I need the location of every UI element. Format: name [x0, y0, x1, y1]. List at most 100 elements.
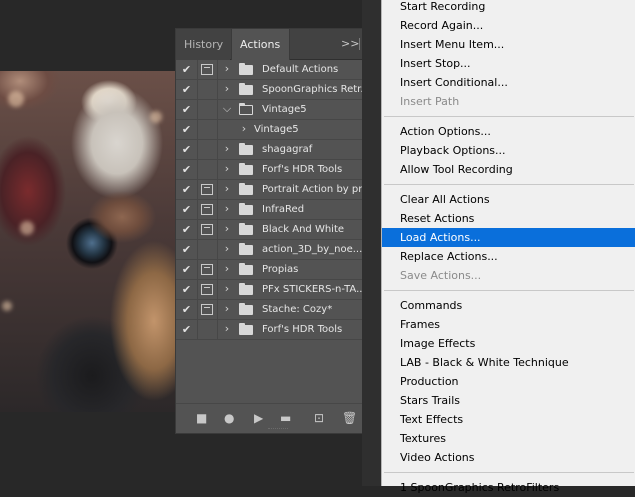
menu-item-insert-stop[interactable]: Insert Stop...	[382, 54, 635, 73]
folder-icon	[239, 163, 253, 175]
column-divider	[197, 300, 198, 320]
chevron-right-icon[interactable]: ›	[222, 202, 232, 216]
toggle-dialog-icon[interactable]	[201, 244, 213, 255]
menu-item-playback-options[interactable]: Playback Options...	[382, 141, 635, 160]
chevron-right-icon[interactable]: ›	[222, 82, 232, 96]
toggle-item-check-icon[interactable]: ✔	[180, 183, 193, 196]
toggle-item-check-icon[interactable]: ✔	[180, 223, 193, 236]
toggle-dialog-icon[interactable]	[201, 224, 213, 235]
menu-separator	[384, 472, 634, 473]
menu-item-replace-actions[interactable]: Replace Actions...	[382, 247, 635, 266]
chevron-right-icon[interactable]: ›	[222, 142, 232, 156]
chevron-right-icon[interactable]: ›	[222, 182, 232, 196]
toggle-item-check-icon[interactable]: ✔	[180, 203, 193, 216]
action-set-row[interactable]: ✔ › PFx STICKERS-n-TA...	[176, 280, 380, 300]
menu-item-record-again[interactable]: Record Again...	[382, 16, 635, 35]
action-set-row[interactable]: ✔ › Black And White	[176, 220, 380, 240]
menu-item-start-recording[interactable]: Start Recording	[382, 0, 635, 16]
action-set-row[interactable]: ✔ › shagagraf	[176, 140, 380, 160]
column-divider	[197, 320, 198, 340]
double-chevron-right-icon[interactable]: >>	[341, 38, 359, 50]
menu-item-text-effects[interactable]: Text Effects	[382, 410, 635, 429]
stop-icon[interactable]: ■	[196, 412, 207, 424]
toggle-dialog-icon[interactable]	[201, 104, 213, 115]
action-set-row[interactable]: ✔ › Portrait Action by pr...	[176, 180, 380, 200]
play-icon[interactable]: ▶	[254, 412, 263, 424]
menu-item-reset-actions[interactable]: Reset Actions	[382, 209, 635, 228]
menu-item-production[interactable]: Production	[382, 372, 635, 391]
tab-history[interactable]: History	[176, 29, 230, 60]
action-set-row[interactable]: ✔ ⌵ Vintage5	[176, 100, 380, 120]
menu-item-load-actions[interactable]: Load Actions...	[382, 228, 635, 247]
menu-item-insert-conditional[interactable]: Insert Conditional...	[382, 73, 635, 92]
resize-grip[interactable]	[268, 428, 288, 431]
menu-item-stars-trails[interactable]: Stars Trails	[382, 391, 635, 410]
folder-icon	[239, 143, 253, 155]
chevron-right-icon[interactable]: ›	[222, 322, 232, 336]
toggle-item-check-icon[interactable]: ✔	[180, 123, 193, 136]
toggle-item-check-icon[interactable]: ✔	[180, 243, 193, 256]
chevron-right-icon[interactable]: ›	[222, 262, 232, 276]
chevron-right-icon[interactable]: ›	[222, 242, 232, 256]
action-set-row[interactable]: ✔ › SpoonGraphics Retr...	[176, 80, 380, 100]
toggle-dialog-icon[interactable]	[201, 184, 213, 195]
column-divider	[217, 260, 218, 280]
new-set-folder-icon[interactable]: ▬	[280, 412, 291, 424]
menu-item-frames[interactable]: Frames	[382, 315, 635, 334]
toggle-item-check-icon[interactable]: ✔	[180, 83, 193, 96]
column-divider	[197, 140, 198, 160]
toggle-dialog-icon[interactable]	[201, 324, 213, 335]
action-set-row[interactable]: ✔ › Forf's HDR Tools	[176, 320, 380, 340]
tab-actions[interactable]: Actions	[231, 29, 290, 60]
folder-icon	[239, 83, 253, 95]
chevron-right-icon[interactable]: ›	[222, 222, 232, 236]
menu-item-insert-path: Insert Path	[400, 95, 460, 108]
action-set-row[interactable]: ✔ › Propias	[176, 260, 380, 280]
toggle-dialog-icon[interactable]	[201, 284, 213, 295]
trash-icon[interactable]: 🗑	[342, 412, 357, 424]
menu-item-image-effects[interactable]: Image Effects	[382, 334, 635, 353]
menu-item-save-actions: Save Actions...	[400, 269, 482, 282]
toggle-item-check-icon[interactable]: ✔	[180, 283, 193, 296]
toggle-dialog-icon[interactable]	[201, 124, 213, 135]
toggle-dialog-icon[interactable]	[201, 304, 213, 315]
menu-item-textures[interactable]: Textures	[382, 429, 635, 448]
toggle-item-check-icon[interactable]: ✔	[180, 143, 193, 156]
toggle-dialog-icon[interactable]	[201, 264, 213, 275]
toggle-item-check-icon[interactable]: ✔	[180, 263, 193, 276]
toggle-item-check-icon[interactable]: ✔	[180, 63, 193, 76]
action-row-label: Portrait Action by pr...	[262, 184, 371, 195]
toggle-item-check-icon[interactable]: ✔	[180, 323, 193, 336]
chevron-right-icon[interactable]: ›	[222, 62, 232, 76]
toggle-dialog-icon[interactable]	[201, 144, 213, 155]
toggle-item-check-icon[interactable]: ✔	[180, 303, 193, 316]
menu-item-action-options[interactable]: Action Options...	[382, 122, 635, 141]
menu-item-clear-all-actions[interactable]: Clear All Actions	[382, 190, 635, 209]
action-set-row[interactable]: ✔ › Forf's HDR Tools	[176, 160, 380, 180]
menu-item-allow-tool-recording[interactable]: Allow Tool Recording	[382, 160, 635, 179]
action-set-row[interactable]: ✔ › Stache: Cozy*	[176, 300, 380, 320]
chevron-right-icon[interactable]: ›	[222, 302, 232, 316]
action-set-row[interactable]: ✔ › Default Actions	[176, 60, 380, 80]
toggle-dialog-icon[interactable]	[201, 84, 213, 95]
toggle-dialog-icon[interactable]	[201, 164, 213, 175]
menu-separator	[384, 184, 634, 185]
chevron-right-icon[interactable]: ›	[222, 162, 232, 176]
record-icon[interactable]: ●	[224, 412, 234, 424]
toggle-item-check-icon[interactable]: ✔	[180, 163, 193, 176]
action-set-row[interactable]: ✔ › action_3D_by_noe...	[176, 240, 380, 260]
action-row[interactable]: ✔ › Vintage5	[176, 120, 380, 140]
toggle-dialog-icon[interactable]	[201, 64, 213, 75]
toggle-dialog-icon[interactable]	[201, 204, 213, 215]
toggle-item-check-icon[interactable]: ✔	[180, 103, 193, 116]
chevron-right-icon[interactable]: ›	[239, 122, 249, 136]
action-set-row[interactable]: ✔ › InfraRed	[176, 200, 380, 220]
chevron-down-icon[interactable]: ⌵	[222, 102, 232, 116]
menu-item-video-actions[interactable]: Video Actions	[382, 448, 635, 467]
menu-item-lab-black-white-technique[interactable]: LAB - Black & White Technique	[382, 353, 635, 372]
menu-item-insert-menu-item[interactable]: Insert Menu Item...	[382, 35, 635, 54]
menu-item-commands[interactable]: Commands	[382, 296, 635, 315]
chevron-right-icon[interactable]: ›	[222, 282, 232, 296]
menu-item-1-spoongraphics-retrofilters[interactable]: 1 SpoonGraphics RetroFilters	[382, 478, 635, 497]
new-action-icon[interactable]: ⊡	[314, 412, 324, 424]
